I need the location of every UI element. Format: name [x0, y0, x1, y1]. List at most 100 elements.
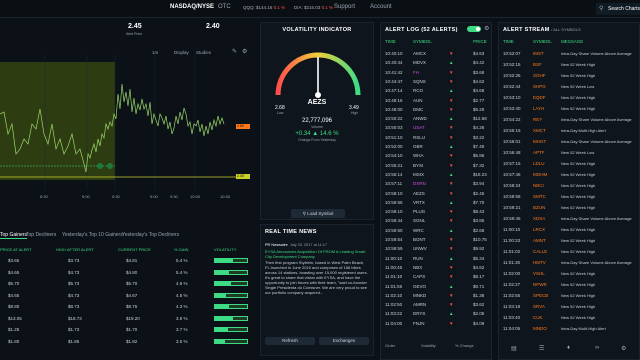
alert-log-row[interactable]: 11:04:00 FNJN ▼ $4.09 — [381, 319, 491, 328]
alert-toggle[interactable] — [467, 26, 481, 32]
table-row[interactable]: $3.65 $3.73 $4.81 5.4 % — [0, 256, 252, 265]
col-stream-symbol[interactable]: SYMBOL — [533, 39, 552, 44]
col-gain[interactable]: % GAIN — [174, 247, 188, 252]
col-price[interactable]: PRICE — [473, 39, 487, 44]
search-charts-input[interactable]: ⚲ Search Charts — [596, 3, 640, 15]
table-row[interactable]: $4.65 $4.73 $4.67 4.5 % — [0, 291, 252, 300]
alert-stream-row[interactable]: 10:52:26 SOHF New 52 Week High — [499, 71, 639, 80]
refresh-button[interactable]: Refresh — [265, 337, 315, 345]
bell-icon[interactable]: ♦ — [567, 345, 570, 351]
footer-volatility[interactable]: Volatility — [421, 343, 436, 348]
alert-stream-row[interactable]: 10:53:40 LAYH New 52 Week High — [499, 104, 639, 113]
alert-log-row[interactable]: 10:40:44 MDVX ▲ $4.42 — [381, 58, 491, 67]
chart-icon[interactable]: ▤ — [511, 345, 517, 352]
col-symbol[interactable]: SYMBOL — [413, 39, 432, 44]
tab-top-decliners[interactable]: Top Decliners — [26, 232, 56, 238]
alert-log-row[interactable]: 10:51:10 RSLU ▼ $3.22 — [381, 133, 491, 142]
alert-log-row[interactable]: 10:59:10 PLUG ▼ $8.43 — [381, 207, 491, 216]
alert-log-row[interactable]: 10:59:55 VRTX ▲ $7.70 — [381, 198, 491, 207]
alert-log-row[interactable]: 10:57:11 DXRN ▼ $3.94 — [381, 179, 491, 188]
alert-settings-icon[interactable]: ⚙ — [484, 25, 489, 32]
alert-log-row[interactable]: 10:59:59 UNWV ▼ $9.92 — [381, 244, 491, 253]
alert-stream-row[interactable]: 11:04:05 MNDO Intra-Day Multi-High Alert — [499, 324, 639, 333]
alert-log-row[interactable]: 10:40:10 AMCX ▼ $4.63 — [381, 49, 491, 58]
alert-log-row[interactable]: 10:50:22 ANWD ▲ $12.68 — [381, 114, 491, 123]
col-volatility[interactable]: VOLATILITY — [214, 247, 236, 252]
alert-stream-row[interactable]: 11:02:27 NPWR New 52 Week High — [499, 280, 639, 289]
alert-stream-row[interactable]: 11:03:40 CUK New 52 Week High — [499, 313, 639, 322]
col-high-after-alert[interactable]: HIGH AFTER ALERT — [56, 247, 94, 252]
alert-log-row[interactable]: 10:59:54 BONT ▼ $10.75 — [381, 235, 491, 244]
alert-stream-row[interactable]: 11:00:33 AMNT New 52 Week High — [499, 236, 639, 245]
alert-log-row[interactable]: 10:56:14 MSIX ▲ $18.23 — [381, 170, 491, 179]
alert-stream-row[interactable]: 10:54:22 REY Intra-Day Share Volume Above … — [499, 115, 639, 124]
col-stream-time[interactable]: TIME — [503, 39, 514, 44]
table-row[interactable]: $1.25 $1.73 $1.70 3.7 % — [0, 325, 252, 334]
alert-stream-row[interactable]: 10:53:10 EQDF New 52 Week High — [499, 93, 639, 102]
alert-log-row[interactable]: 10:41:42 FH ▼ $3.68 — [381, 68, 491, 77]
alert-log-row[interactable]: 10:58:10 AEZS ▼ $2.45 — [381, 189, 491, 198]
alert-log-row[interactable]: 10:48:16 AUN ▼ $2.77 — [381, 96, 491, 105]
col-current-price[interactable]: CURRENT PRICE — [118, 247, 151, 252]
x-tick: 9:00 — [82, 194, 90, 199]
alert-stream-row[interactable]: 10:52:44 SHPG New 52 Week Low — [499, 82, 639, 91]
alert-log-row[interactable]: 11:02:10 MNKD ▼ $1.38 — [381, 291, 491, 300]
table-row[interactable]: $5.70 $5.73 $5.70 4.6 % — [0, 279, 252, 288]
alert-stream-row[interactable]: 10:57:46 MGHM New 52 Week High — [499, 170, 639, 179]
col-price-at-alert[interactable]: PRICE AT ALERT — [0, 247, 32, 252]
exchanges-button[interactable]: Exchanges — [319, 337, 369, 345]
alert-log-row[interactable]: 11:02:50 AMRN ▼ $3.62 — [381, 300, 491, 309]
alert-log-row[interactable]: 11:01:10 CAPS ▼ $8.17 — [381, 272, 491, 281]
alert-stream-row[interactable]: 10:56:01 MHGT Intra-Day Share Volume Above… — [499, 137, 639, 146]
list-icon[interactable]: ☰ — [539, 345, 544, 352]
alert-log-row[interactable]: 10:50:03 USAT ▼ $4.28 — [381, 123, 491, 132]
alert-log-row[interactable]: 10:59:50 WRC ▲ $2.68 — [381, 226, 491, 235]
alert-stream-row[interactable]: 10:52:15 BSF New 52 Week High — [499, 60, 639, 69]
alert-stream-row[interactable]: 11:02:55 SPECB New 52 Week High — [499, 291, 639, 300]
table-row[interactable]: $4.65 $4.73 $4.80 5.4 % — [0, 268, 252, 277]
alert-log-row[interactable]: 11:03:22 DRYS ▲ $2.05 — [381, 309, 491, 318]
alert-stream-row[interactable]: 11:00:10 LRCX New 52 Week High — [499, 225, 639, 234]
alert-log-row[interactable]: 11:00:45 NBX ▼ $4.62 — [381, 263, 491, 272]
alert-log-row[interactable]: 10:47:14 RCO ▲ $4.68 — [381, 86, 491, 95]
table-row[interactable]: $13.05 $18.73 $19.20 3.9 % — [0, 314, 252, 323]
load-symbol-button[interactable]: ⚲ Load Symbol — [291, 209, 345, 218]
tab-yesterday-gainers[interactable]: Yesterday's Top 10 Gainers — [62, 232, 123, 238]
price-chart[interactable]: 2.60 2.40 8:30 9:00 9:30 9:00 9:30 10:00… — [0, 54, 250, 199]
col-time[interactable]: TIME — [385, 39, 396, 44]
alert-stream-row[interactable]: 10:56:48 APTF New 52 Week Low — [499, 148, 639, 157]
table-row[interactable]: $1.80 $1.85 $1.82 3.5 % — [0, 337, 252, 346]
alert-stream-row[interactable]: 10:58:24 NBCI New 52 Week High — [499, 181, 639, 190]
tab-otc[interactable]: OTC — [218, 4, 231, 10]
alert-stream-row[interactable]: 10:55:16 XMCT Intra-Day Multi-High Alert — [499, 126, 639, 135]
tab-account[interactable]: Account — [370, 4, 392, 10]
tab-support[interactable]: Support — [334, 4, 355, 10]
news-headline[interactable]: EYSA Announces Acquisition Of PROM A Lea… — [265, 249, 369, 259]
alert-stream-row[interactable]: 10:52:07 IMST Intra-Day Share Volume Above… — [499, 49, 639, 58]
alert-stream-row[interactable]: 10:59:21 BZUN New 52 Week High — [499, 203, 639, 212]
alert-stream-row[interactable]: 10:59:45 XDSA Intra-Day Share Volume Above… — [499, 214, 639, 223]
footer-order[interactable]: Order — [385, 343, 395, 348]
alert-log-row[interactable]: 10:44:47 SQNS ▼ $4.62 — [381, 77, 491, 86]
alert-log-row[interactable]: 10:54:10 WHA ▼ $5.86 — [381, 151, 491, 160]
alert-log-row[interactable]: 11:01:55 GEVO ▲ $0.71 — [381, 282, 491, 291]
alert-log-row[interactable]: 10:48:00 DMC ▼ $6.29 — [381, 105, 491, 114]
alert-log-row[interactable]: 10:55:21 BYSI ▼ $7.32 — [381, 161, 491, 170]
col-stream-message[interactable]: MESSAGE — [561, 39, 583, 44]
alert-log-row[interactable]: 11:00:10 RUN ▲ $5.34 — [381, 254, 491, 263]
alert-log-row[interactable]: 10:59:44 SGNL ▼ $3.85 — [381, 216, 491, 225]
tab-top-gainers[interactable]: Top Gainers — [0, 232, 27, 239]
alert-stream-row[interactable]: 10:57:15 LDLU New 52 Week High — [499, 159, 639, 168]
link-icon[interactable]: ∞ — [595, 345, 599, 351]
alert-stream-row[interactable]: 11:02:00 VSHL New 52 Week High — [499, 269, 639, 278]
tab-yesterday-decliners[interactable]: Yesterday's Top Decliners — [122, 232, 179, 238]
alert-stream-row[interactable]: 11:01:30 HMTV Intra-Day Share Volume Above… — [499, 258, 639, 267]
alert-stream-row[interactable]: 11:03:18 SRVA New 52 Week High — [499, 302, 639, 311]
alert-stream-row[interactable]: 10:58:58 SMTC New 52 Week High — [499, 192, 639, 201]
gear-icon[interactable]: ⚙ — [621, 345, 626, 352]
alert-stream-row[interactable]: 11:01:02 CALLE New 52 Week High — [499, 247, 639, 256]
footer-change[interactable]: % Change — [455, 343, 474, 348]
alert-log-row[interactable]: 10:52:00 GBR ▲ $7.49 — [381, 142, 491, 151]
tab-nasdaq-nyse[interactable]: NASDAQ/NYSE — [170, 4, 214, 10]
table-row[interactable]: $8.80 $8.73 $8.75 4.3 % — [0, 302, 252, 311]
